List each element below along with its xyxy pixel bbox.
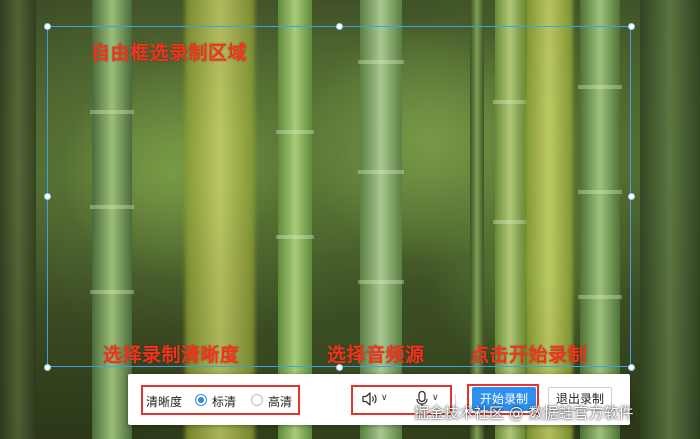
quality-radio-hd[interactable]	[251, 394, 263, 406]
capture-region-frame[interactable]	[47, 26, 631, 367]
resize-handle-bottom-left[interactable]	[44, 364, 51, 371]
speaker-icon[interactable]	[361, 390, 379, 410]
annotation-select-quality: 选择录制清晰度	[103, 344, 240, 366]
resize-handle-top-right[interactable]	[628, 23, 635, 30]
quality-radio-standard[interactable]	[195, 394, 207, 406]
quality-option-hd[interactable]: 高清	[268, 393, 292, 410]
resize-handle-middle-left[interactable]	[44, 193, 51, 200]
annotation-select-audio: 选择音频源	[327, 344, 425, 366]
speaker-dropdown-icon[interactable]: ∨	[381, 393, 388, 403]
resize-handle-bottom-right[interactable]	[628, 364, 635, 371]
resize-handle-middle-right[interactable]	[628, 193, 635, 200]
resize-handle-top-center[interactable]	[336, 23, 343, 30]
quality-label: 清晰度	[146, 395, 183, 409]
resize-handle-top-left[interactable]	[44, 23, 51, 30]
annotation-click-start: 点击开始录制	[470, 344, 588, 366]
quality-option-standard[interactable]: 标清	[212, 393, 236, 410]
annotation-free-select: 自由框选录制区域	[91, 42, 248, 64]
watermark-text: 掘金技术社区 @ 数据蛙官方软件	[414, 404, 634, 422]
